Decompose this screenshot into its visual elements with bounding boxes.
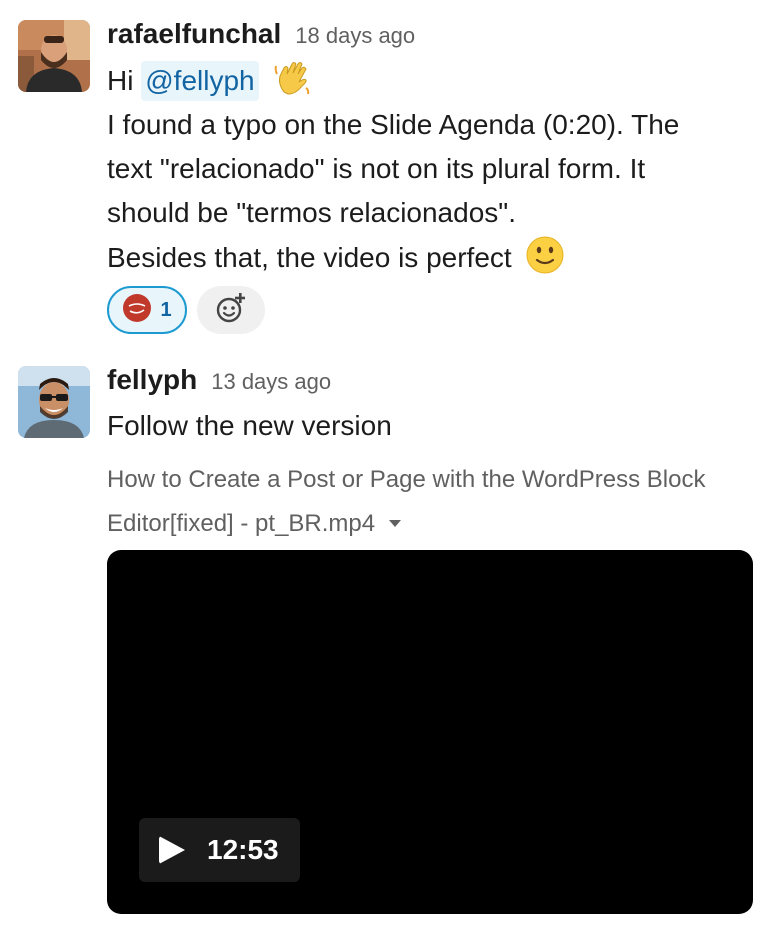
add-reaction-icon [214, 291, 248, 330]
file-name-line: Editor[fixed] - pt_BR.mp4 [107, 502, 760, 546]
message-line: I found a typo on the Slide Agenda (0:20… [107, 109, 680, 140]
username[interactable]: fellyph [107, 364, 197, 396]
greeting-text: Hi [107, 65, 134, 96]
message-line-last: Besides that, the video is perfect [107, 235, 760, 280]
message-body: Follow the new version [107, 404, 760, 448]
add-reaction-button[interactable] [197, 286, 265, 334]
message-body: Hi @fellyph I found a typo on the Slide … [107, 58, 760, 280]
video-player[interactable]: 12:53 [107, 550, 753, 914]
avatar-rafaelfunchal[interactable] [18, 20, 90, 92]
reaction-count: 1 [160, 298, 172, 321]
message-line: Follow the new version [107, 410, 392, 441]
chevron-down-icon[interactable] [389, 520, 402, 527]
message-line: text "relacionado" is not on its plural … [107, 153, 646, 184]
username[interactable]: rafaelfunchal [107, 18, 281, 50]
message-line-text: Besides that, the video is perfect [107, 242, 512, 273]
slightly-smiling-face-icon [525, 235, 565, 275]
timestamp[interactable]: 18 days ago [295, 23, 415, 49]
file-title[interactable]: How to Create a Post or Page with the Wo… [107, 458, 760, 546]
user-mention[interactable]: @fellyph [141, 61, 259, 101]
waving-hand-icon [272, 58, 312, 98]
play-icon [159, 836, 185, 864]
thank-you-sticker-icon [122, 293, 152, 328]
file-name-line[interactable]: How to Create a Post or Page with the Wo… [107, 458, 760, 502]
timestamp[interactable]: 13 days ago [211, 369, 331, 395]
play-button[interactable]: 12:53 [139, 818, 300, 882]
avatar-fellyph[interactable] [18, 366, 90, 438]
greeting-line: Hi @fellyph [107, 58, 760, 103]
message-line: should be "termos relacionados". [107, 197, 516, 228]
video-duration: 12:53 [207, 834, 279, 865]
file-name-text[interactable]: Editor[fixed] - pt_BR.mp4 [107, 510, 375, 537]
reactions-bar: 1 [107, 286, 760, 334]
reaction-thank-you[interactable]: 1 [107, 286, 187, 334]
